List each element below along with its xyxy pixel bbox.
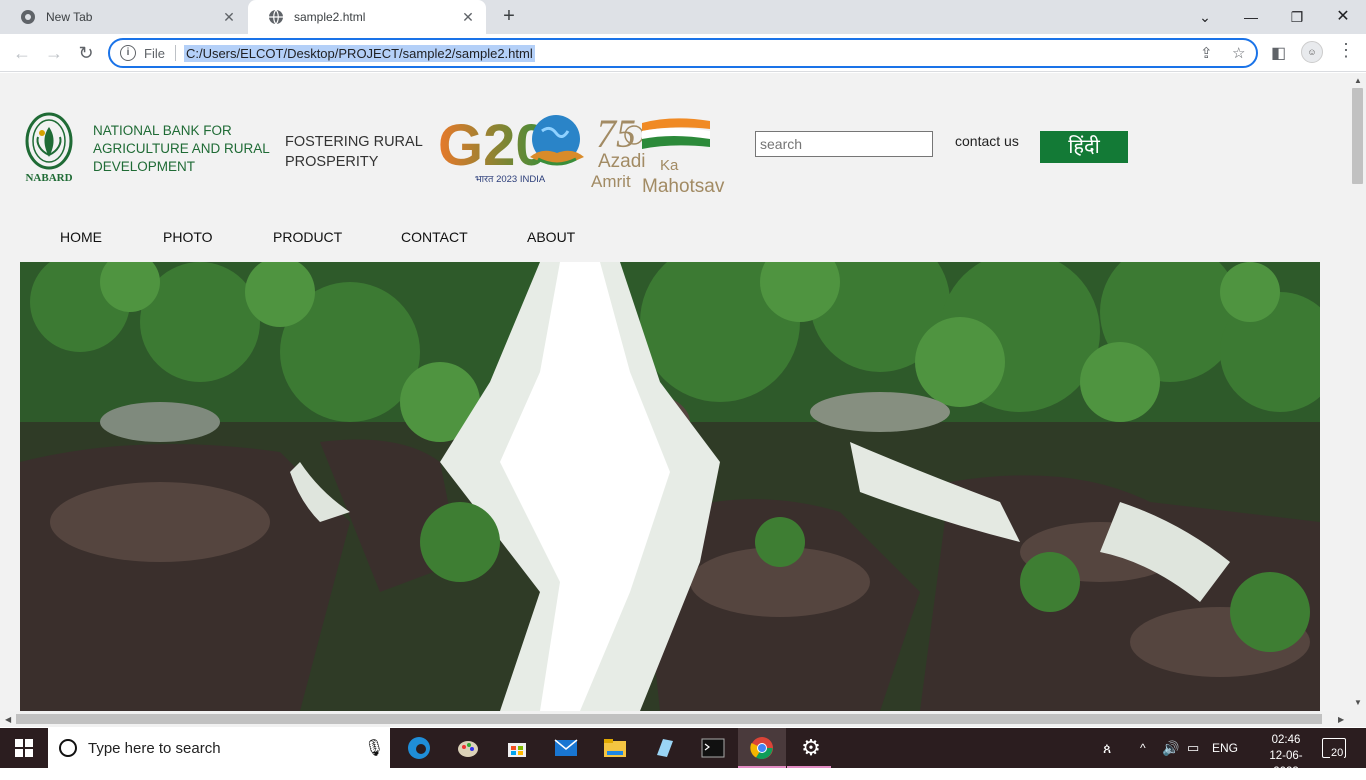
tab-label: New Tab — [46, 10, 93, 24]
contact-us-link[interactable]: contact us — [955, 133, 1019, 149]
notification-count: 20 — [1330, 747, 1345, 759]
omnibox-divider — [174, 45, 176, 61]
windows-taskbar: Type here to search 🎙 ⚙ ጰ ^ 🔊 ▭ ENG 02:4… — [0, 728, 1366, 778]
info-icon[interactable]: i — [120, 45, 136, 61]
microphone-icon[interactable]: 🎙 — [364, 738, 384, 758]
notepad-icon[interactable] — [650, 734, 678, 762]
menu-contact[interactable]: CONTACT — [401, 229, 468, 245]
taskbar-search-placeholder: Type here to search — [88, 739, 221, 757]
settings-icon[interactable]: ⚙ — [797, 734, 825, 762]
reload-icon[interactable]: ↻ — [73, 40, 99, 66]
menu-about[interactable]: ABOUT — [527, 229, 575, 245]
tab-strip: New Tab ✕ sample2.html ✕ + ⌄ — ❐ ✕ — [0, 0, 1366, 34]
url-text[interactable]: C:/Users/ELCOT/Desktop/PROJECT/sample2/s… — [183, 44, 535, 62]
file-explorer-icon[interactable] — [601, 734, 629, 762]
clock-time: 02:46 — [1271, 734, 1301, 746]
web-page: NABARD NATIONAL BANK FOR AGRICULTURE AND… — [0, 73, 1350, 711]
edge-icon[interactable] — [405, 734, 433, 762]
language-indicator[interactable]: ENG — [1212, 728, 1238, 768]
terminal-icon[interactable] — [699, 734, 727, 762]
search-input[interactable] — [755, 131, 933, 157]
org-name: NATIONAL BANK FOR AGRICULTURE AND RURAL … — [93, 123, 270, 174]
chrome-icon[interactable] — [748, 734, 776, 762]
azadi-number: 75 — [596, 111, 636, 156]
nabard-logo[interactable]: NABARD — [22, 111, 78, 185]
tab-label: sample2.html — [294, 10, 366, 24]
g20-text: G20 — [438, 113, 548, 178]
azadi-line3: Mahotsav — [642, 176, 725, 195]
windows-start-icon[interactable] — [10, 734, 38, 762]
main-menu: HOME PHOTO PRODUCT CONTACT ABOUT — [0, 229, 700, 253]
menu-icon[interactable]: ⋮ — [1337, 40, 1355, 61]
taskbar-search[interactable]: Type here to search 🎙 — [48, 728, 390, 768]
paint-icon[interactable] — [454, 734, 482, 762]
battery-icon[interactable]: ▭ — [1187, 728, 1199, 768]
forward-icon[interactable]: → — [41, 40, 67, 66]
restore-icon[interactable]: ❐ — [1283, 4, 1311, 30]
azadi-ka: Ka — [660, 157, 679, 174]
chrome-tab-icon — [20, 9, 36, 25]
close-tab-icon[interactable]: ✕ — [221, 9, 237, 25]
browser-toolbar: ← → ↻ i File C:/Users/ELCOT/Desktop/PROJ… — [0, 34, 1366, 72]
scroll-up-icon[interactable]: ▲ — [1354, 76, 1362, 85]
menu-product[interactable]: PRODUCT — [273, 229, 342, 245]
back-icon[interactable]: ← — [9, 40, 35, 66]
new-tab-button[interactable]: + — [498, 6, 520, 28]
azadi-line1: Azadi — [598, 151, 646, 172]
mail-icon[interactable] — [552, 734, 580, 762]
vertical-scroll-thumb[interactable] — [1352, 88, 1363, 184]
hero-image — [20, 262, 1320, 711]
menu-photo[interactable]: PHOTO — [163, 229, 213, 245]
share-icon[interactable]: ⇪ — [1200, 44, 1213, 62]
menu-home[interactable]: HOME — [60, 229, 102, 245]
tab-new-tab[interactable]: New Tab ✕ — [0, 0, 247, 34]
volume-icon[interactable]: 🔊 — [1162, 728, 1179, 768]
tab-sample2[interactable]: sample2.html ✕ — [248, 0, 486, 34]
nabard-logo-text: NABARD — [25, 172, 72, 184]
chevron-up-icon[interactable]: ^ — [1140, 728, 1146, 768]
tagline: FOSTERING RURAL PROSPERITY — [285, 134, 423, 170]
azadi-line2: Amrit — [591, 172, 631, 191]
address-bar[interactable]: i File C:/Users/ELCOT/Desktop/PROJECT/sa… — [108, 38, 1258, 68]
close-tab-icon[interactable]: ✕ — [460, 9, 476, 25]
horizontal-scroll-thumb[interactable] — [16, 714, 1322, 724]
search-icon — [59, 739, 77, 757]
scroll-right-icon[interactable]: ▶ — [1338, 715, 1344, 724]
store-icon[interactable] — [503, 734, 531, 762]
tab-search-icon[interactable]: ⌄ — [1191, 4, 1219, 30]
close-window-icon[interactable]: ✕ — [1329, 4, 1357, 30]
minimize-icon[interactable]: — — [1237, 4, 1265, 30]
clock[interactable]: 02:46 12-06-2023 — [1264, 732, 1308, 780]
people-icon[interactable]: ጰ — [1103, 728, 1111, 768]
scroll-down-icon[interactable]: ▼ — [1354, 698, 1362, 707]
g20-logo: G20 भारत 2023 INDIA — [438, 113, 584, 185]
profile-icon[interactable]: ☺ — [1301, 41, 1323, 63]
g20-subtext: भारत 2023 INDIA — [475, 174, 546, 185]
side-panel-icon[interactable]: ◧ — [1271, 43, 1286, 63]
hindi-button[interactable]: हिंदी — [1040, 131, 1128, 163]
star-icon[interactable]: ☆ — [1232, 44, 1245, 62]
scheme-label: File — [144, 45, 165, 61]
clock-date: 12-06-2023 — [1269, 750, 1303, 778]
azadi-logo: 75 Azadi Ka Amrit Mahotsav — [591, 111, 725, 195]
scroll-left-icon[interactable]: ◀ — [5, 715, 11, 724]
globe-icon — [268, 9, 284, 25]
